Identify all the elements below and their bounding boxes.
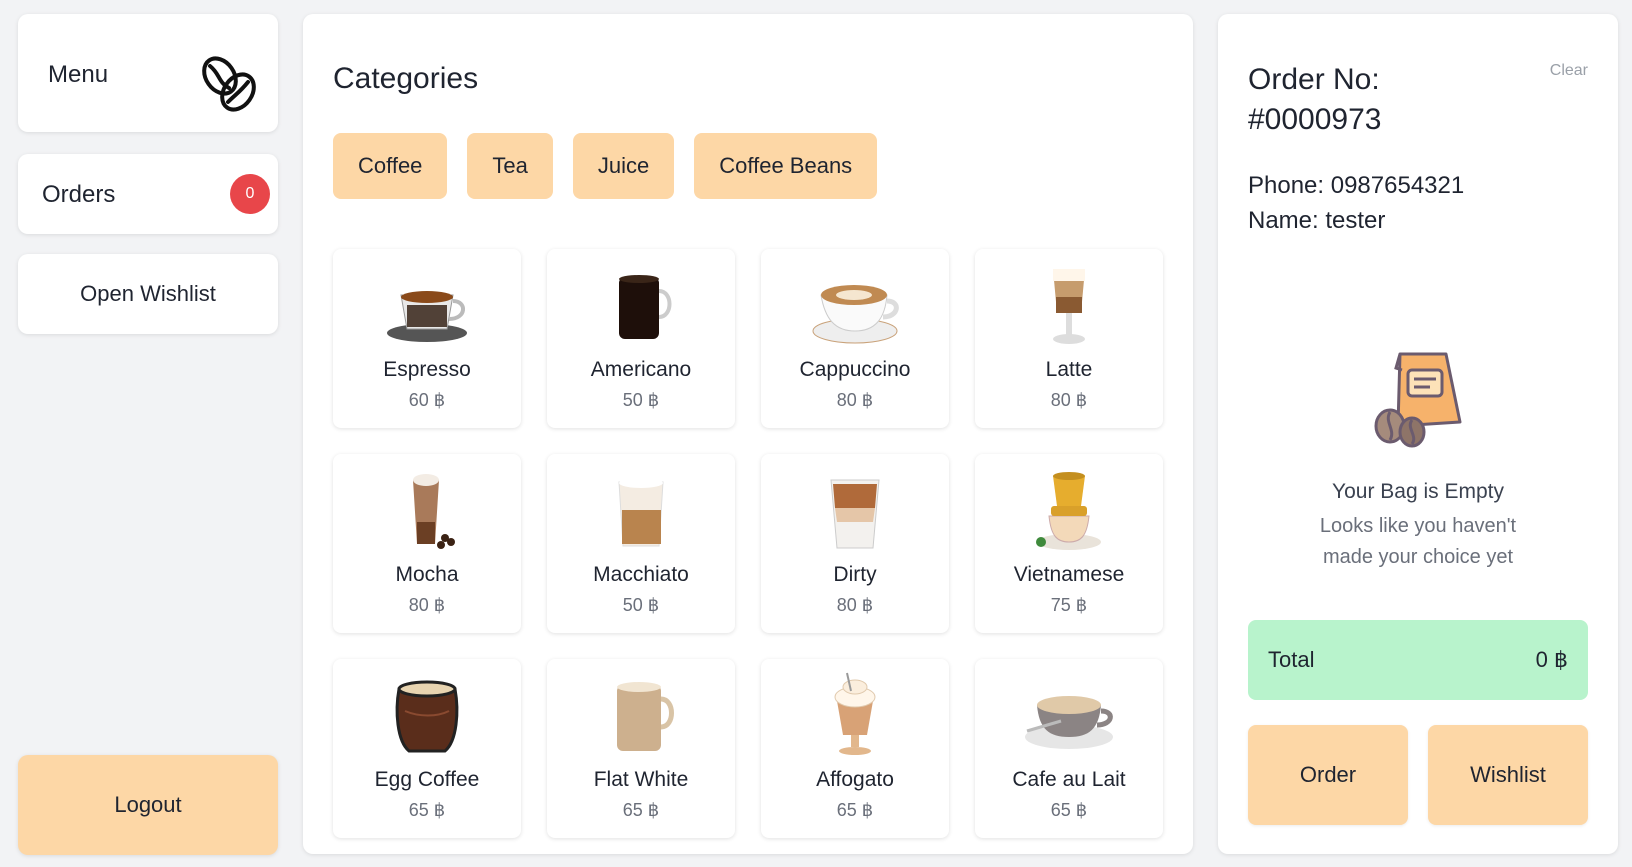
americano-mug-image [593,261,689,347]
product-card[interactable]: Affogato 65 ฿ [761,659,949,838]
category-juice[interactable]: Juice [572,133,675,199]
open-wishlist-button[interactable]: Open Wishlist [18,254,278,334]
mocha-glass-image [379,466,475,552]
order-button[interactable]: Order [1248,725,1408,825]
affogato-glass-image [807,671,903,757]
dirty-glass-image [807,466,903,552]
product-price: 60 ฿ [408,390,446,410]
product-card[interactable]: Cappuccino 80 ฿ [761,249,949,428]
product-card[interactable]: Macchiato 50 ฿ [547,454,735,633]
product-price: 50 ฿ [622,390,660,410]
order-number: Order No: #0000973 [1248,63,1382,136]
orders-nav-card[interactable]: Orders 0 [18,154,278,234]
espresso-cup-image [379,261,475,347]
customer-phone: Phone: 0987654321 [1248,172,1465,199]
clear-button[interactable]: Clear [1550,62,1588,80]
products-panel: Categories Coffee Tea Juice Coffee Beans… [303,14,1193,854]
product-price: 65 ฿ [1050,800,1088,820]
product-name: Flat White [593,768,689,791]
flat-white-mug-image [593,671,689,757]
order-panel: Order No: #0000973 Clear Phone: 09876543… [1218,14,1618,854]
product-price: 50 ฿ [622,595,660,615]
product-card[interactable]: Flat White 65 ฿ [547,659,735,838]
product-price: 65 ฿ [408,800,446,820]
coffee-beans-icon [198,52,264,118]
product-name: Macchiato [593,563,689,586]
product-card[interactable]: Dirty 80 ฿ [761,454,949,633]
order-total: Total 0 ฿ [1248,620,1588,700]
product-grid: Espresso 60 ฿ Americano 50 ฿ Cappuccino 80 ฿ L… [333,249,1163,838]
menu-nav-card[interactable]: Menu [18,14,278,132]
total-label: Total [1268,647,1315,672]
macchiato-glass-image [593,466,689,552]
product-name: Cappuccino [799,358,911,381]
logout-label: Logout [114,792,182,817]
product-name: Americano [590,358,692,381]
product-price: 80 ฿ [1050,390,1088,410]
product-card[interactable]: Espresso 60 ฿ [333,249,521,428]
logout-button[interactable]: Logout [18,755,278,855]
categories-title: Categories [333,62,479,95]
product-card[interactable]: Americano 50 ฿ [547,249,735,428]
product-price: 80 ฿ [836,390,874,410]
latte-glass-image [1021,261,1117,347]
category-coffee-beans[interactable]: Coffee Beans [694,133,878,199]
product-card[interactable]: Egg Coffee 65 ฿ [333,659,521,838]
category-tea[interactable]: Tea [467,133,553,199]
category-coffee[interactable]: Coffee [333,133,448,199]
product-card[interactable]: Cafe au Lait 65 ฿ [975,659,1163,838]
product-price: 80 ฿ [836,595,874,615]
product-name: Latte [1045,358,1093,381]
product-name: Cafe au Lait [1012,768,1126,791]
empty-bag-subtitle: Looks like you haven't made your choice … [1319,515,1517,568]
vietnamese-phin-image [1021,466,1117,552]
total-value: 0 ฿ [1535,647,1568,672]
orders-count-badge: 0 [230,174,270,214]
product-name: Mocha [395,563,459,586]
product-name: Espresso [383,358,471,381]
orders-label: Orders [42,181,116,208]
product-price: 75 ฿ [1050,595,1088,615]
product-card[interactable]: Mocha 80 ฿ [333,454,521,633]
open-wishlist-label: Open Wishlist [80,281,216,306]
menu-label: Menu [48,61,109,88]
product-name: Dirty [833,563,877,586]
cafe-au-lait-cup-image [1021,671,1117,757]
product-price: 80 ฿ [408,595,446,615]
category-tabs: Coffee Tea Juice Coffee Beans [333,133,878,199]
egg-coffee-glass-image [379,671,475,757]
product-price: 65 ฿ [836,800,874,820]
customer-name: Name: tester [1248,207,1386,234]
product-card[interactable]: Vietnamese 75 ฿ [975,454,1163,633]
product-name: Vietnamese [1013,563,1125,586]
product-name: Affogato [816,768,894,791]
cappuccino-cup-image [807,261,903,347]
empty-bag-icon [1368,344,1468,454]
product-price: 65 ฿ [622,800,660,820]
empty-bag-title: Your Bag is Empty [1332,480,1504,503]
product-name: Egg Coffee [374,768,480,791]
product-card[interactable]: Latte 80 ฿ [975,249,1163,428]
wishlist-button[interactable]: Wishlist [1428,725,1588,825]
